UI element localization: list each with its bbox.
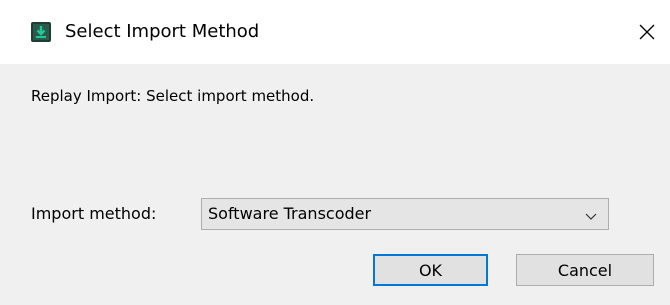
close-button[interactable] xyxy=(624,0,670,64)
select-import-method-dialog: Select Import Method Replay Import: Sele… xyxy=(0,0,670,305)
import-method-select[interactable]: Software Transcoder xyxy=(201,198,609,230)
title-bar: Select Import Method xyxy=(0,0,670,64)
window-title: Select Import Method xyxy=(65,21,260,42)
ok-button[interactable]: OK xyxy=(373,254,488,286)
chevron-down-icon xyxy=(584,208,598,222)
close-icon xyxy=(639,24,655,40)
app-download-icon xyxy=(31,22,51,42)
import-method-value: Software Transcoder xyxy=(208,204,372,223)
import-method-label: Import method: xyxy=(31,204,157,223)
instruction-message: Replay Import: Select import method. xyxy=(31,87,315,105)
cancel-button[interactable]: Cancel xyxy=(516,254,654,286)
